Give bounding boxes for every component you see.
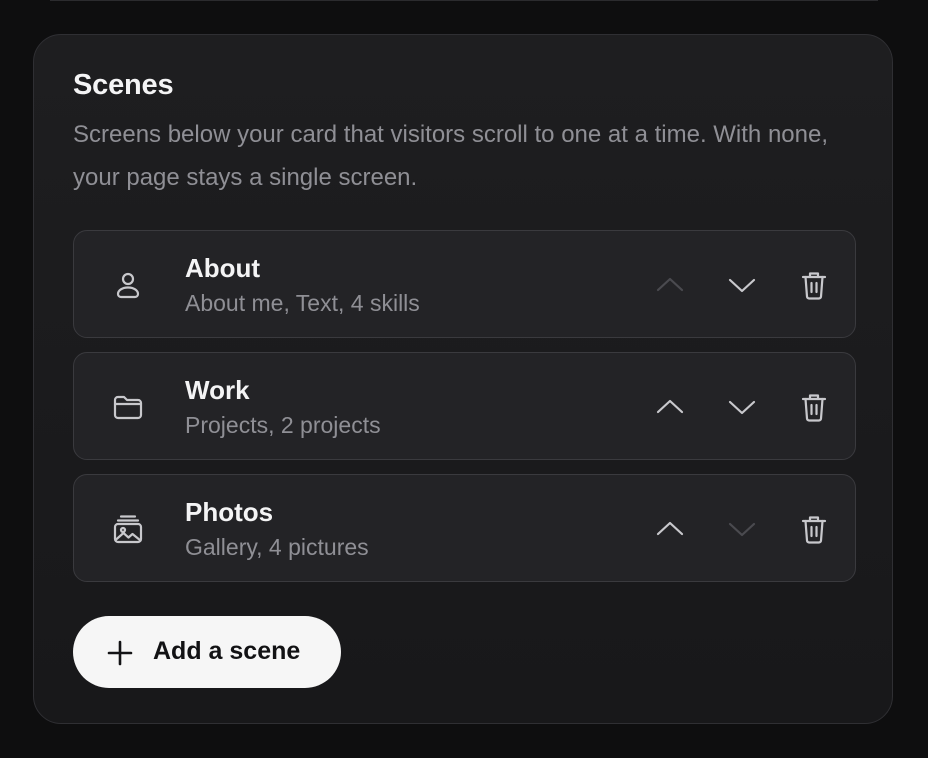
scene-summary: About me, Text, 4 skills <box>185 290 420 316</box>
scenes-panel: Scenes Screens below your card that visi… <box>33 34 893 724</box>
scene-summary: Projects, 2 projects <box>185 412 381 438</box>
move-down-button[interactable] <box>724 389 760 425</box>
scene-row-photos[interactable]: Photos Gallery, 4 pictures <box>73 474 856 582</box>
move-up-button[interactable] <box>652 511 688 547</box>
gallery-icon <box>110 511 146 547</box>
move-down-button[interactable] <box>724 267 760 303</box>
trash-icon <box>801 516 827 544</box>
scene-row-about[interactable]: About About me, Text, 4 skills <box>73 230 856 338</box>
chevron-up-icon <box>656 521 684 536</box>
scene-name: Photos <box>185 497 274 527</box>
folder-icon <box>110 389 146 425</box>
person-icon <box>110 267 146 303</box>
scene-list: About About me, Text, 4 skills Work Proj… <box>73 230 856 596</box>
chevron-down-icon <box>728 400 756 415</box>
panel-title: Scenes <box>73 69 174 101</box>
add-scene-button[interactable]: Add a scene <box>73 616 341 688</box>
scene-name: About <box>185 253 261 283</box>
move-down-button[interactable] <box>724 511 760 547</box>
chevron-down-icon <box>728 278 756 293</box>
plus-icon <box>107 640 133 666</box>
panel-description: Screens below your card that visitors sc… <box>73 121 829 191</box>
chevron-up-icon <box>656 399 684 414</box>
move-up-button[interactable] <box>652 389 688 425</box>
scene-summary: Gallery, 4 pictures <box>185 534 369 560</box>
add-scene-label: Add a scene <box>153 637 301 665</box>
delete-scene-button[interactable] <box>796 389 832 425</box>
scene-name: Work <box>185 375 250 405</box>
scene-row-work[interactable]: Work Projects, 2 projects <box>73 352 856 460</box>
chevron-up-icon <box>656 277 684 292</box>
trash-icon <box>801 272 827 300</box>
delete-scene-button[interactable] <box>796 511 832 547</box>
top-divider <box>50 0 878 1</box>
chevron-down-icon <box>728 522 756 537</box>
delete-scene-button[interactable] <box>796 267 832 303</box>
trash-icon <box>801 394 827 422</box>
move-up-button[interactable] <box>652 267 688 303</box>
